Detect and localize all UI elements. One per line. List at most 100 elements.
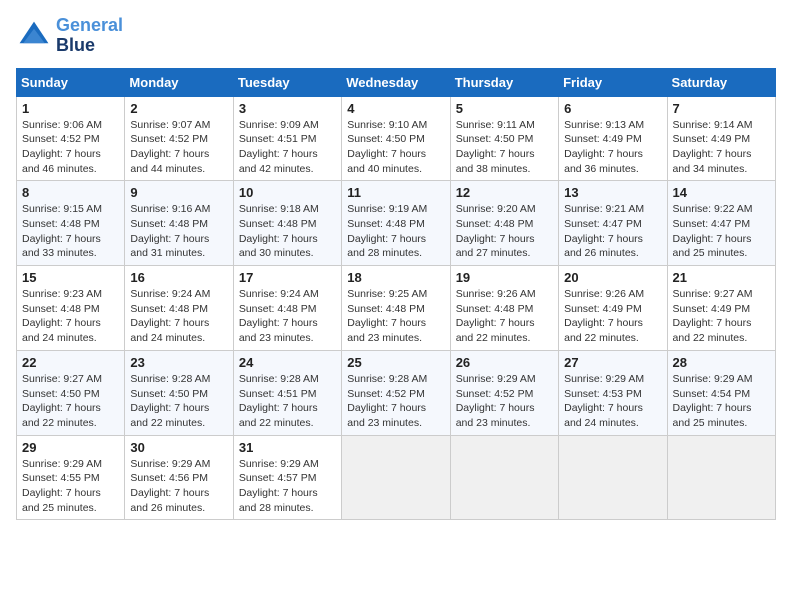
calendar-cell: 16 Sunrise: 9:24 AM Sunset: 4:48 PM Dayl… [125, 266, 233, 351]
header-monday: Monday [125, 68, 233, 96]
day-info: Sunrise: 9:13 AM Sunset: 4:49 PM Dayligh… [564, 118, 661, 177]
calendar-cell: 19 Sunrise: 9:26 AM Sunset: 4:48 PM Dayl… [450, 266, 558, 351]
day-info: Sunrise: 9:29 AM Sunset: 4:54 PM Dayligh… [673, 372, 770, 431]
header-thursday: Thursday [450, 68, 558, 96]
calendar-cell: 8 Sunrise: 9:15 AM Sunset: 4:48 PM Dayli… [17, 181, 125, 266]
logo-text: GeneralBlue [56, 16, 123, 56]
day-number: 28 [673, 355, 770, 370]
calendar-cell: 17 Sunrise: 9:24 AM Sunset: 4:48 PM Dayl… [233, 266, 341, 351]
calendar-cell: 6 Sunrise: 9:13 AM Sunset: 4:49 PM Dayli… [559, 96, 667, 181]
day-number: 31 [239, 440, 336, 455]
calendar-cell: 7 Sunrise: 9:14 AM Sunset: 4:49 PM Dayli… [667, 96, 775, 181]
day-number: 11 [347, 185, 444, 200]
day-number: 16 [130, 270, 227, 285]
day-info: Sunrise: 9:26 AM Sunset: 4:48 PM Dayligh… [456, 287, 553, 346]
calendar-week-1: 1 Sunrise: 9:06 AM Sunset: 4:52 PM Dayli… [17, 96, 776, 181]
day-number: 24 [239, 355, 336, 370]
day-number: 2 [130, 101, 227, 116]
day-info: Sunrise: 9:14 AM Sunset: 4:49 PM Dayligh… [673, 118, 770, 177]
day-number: 3 [239, 101, 336, 116]
day-number: 9 [130, 185, 227, 200]
calendar-cell [667, 435, 775, 520]
day-info: Sunrise: 9:29 AM Sunset: 4:57 PM Dayligh… [239, 457, 336, 516]
day-info: Sunrise: 9:24 AM Sunset: 4:48 PM Dayligh… [130, 287, 227, 346]
day-info: Sunrise: 9:24 AM Sunset: 4:48 PM Dayligh… [239, 287, 336, 346]
calendar-cell [559, 435, 667, 520]
day-info: Sunrise: 9:28 AM Sunset: 4:52 PM Dayligh… [347, 372, 444, 431]
day-number: 8 [22, 185, 119, 200]
day-number: 15 [22, 270, 119, 285]
day-number: 22 [22, 355, 119, 370]
day-info: Sunrise: 9:29 AM Sunset: 4:53 PM Dayligh… [564, 372, 661, 431]
calendar-cell: 20 Sunrise: 9:26 AM Sunset: 4:49 PM Dayl… [559, 266, 667, 351]
day-info: Sunrise: 9:10 AM Sunset: 4:50 PM Dayligh… [347, 118, 444, 177]
day-number: 29 [22, 440, 119, 455]
day-number: 21 [673, 270, 770, 285]
day-info: Sunrise: 9:27 AM Sunset: 4:50 PM Dayligh… [22, 372, 119, 431]
header-friday: Friday [559, 68, 667, 96]
calendar-cell: 5 Sunrise: 9:11 AM Sunset: 4:50 PM Dayli… [450, 96, 558, 181]
calendar-cell: 1 Sunrise: 9:06 AM Sunset: 4:52 PM Dayli… [17, 96, 125, 181]
day-number: 13 [564, 185, 661, 200]
calendar-cell: 31 Sunrise: 9:29 AM Sunset: 4:57 PM Dayl… [233, 435, 341, 520]
day-info: Sunrise: 9:06 AM Sunset: 4:52 PM Dayligh… [22, 118, 119, 177]
calendar-cell: 15 Sunrise: 9:23 AM Sunset: 4:48 PM Dayl… [17, 266, 125, 351]
calendar-week-4: 22 Sunrise: 9:27 AM Sunset: 4:50 PM Dayl… [17, 350, 776, 435]
day-number: 23 [130, 355, 227, 370]
calendar-cell: 28 Sunrise: 9:29 AM Sunset: 4:54 PM Dayl… [667, 350, 775, 435]
calendar-cell [450, 435, 558, 520]
calendar-cell: 25 Sunrise: 9:28 AM Sunset: 4:52 PM Dayl… [342, 350, 450, 435]
day-number: 14 [673, 185, 770, 200]
header-wednesday: Wednesday [342, 68, 450, 96]
header-sunday: Sunday [17, 68, 125, 96]
logo-icon [16, 18, 52, 54]
day-number: 27 [564, 355, 661, 370]
day-info: Sunrise: 9:23 AM Sunset: 4:48 PM Dayligh… [22, 287, 119, 346]
day-info: Sunrise: 9:16 AM Sunset: 4:48 PM Dayligh… [130, 202, 227, 261]
day-info: Sunrise: 9:28 AM Sunset: 4:51 PM Dayligh… [239, 372, 336, 431]
day-info: Sunrise: 9:29 AM Sunset: 4:56 PM Dayligh… [130, 457, 227, 516]
calendar-week-2: 8 Sunrise: 9:15 AM Sunset: 4:48 PM Dayli… [17, 181, 776, 266]
day-info: Sunrise: 9:27 AM Sunset: 4:49 PM Dayligh… [673, 287, 770, 346]
day-number: 30 [130, 440, 227, 455]
day-info: Sunrise: 9:11 AM Sunset: 4:50 PM Dayligh… [456, 118, 553, 177]
calendar-cell: 26 Sunrise: 9:29 AM Sunset: 4:52 PM Dayl… [450, 350, 558, 435]
day-info: Sunrise: 9:20 AM Sunset: 4:48 PM Dayligh… [456, 202, 553, 261]
calendar-cell: 27 Sunrise: 9:29 AM Sunset: 4:53 PM Dayl… [559, 350, 667, 435]
day-info: Sunrise: 9:26 AM Sunset: 4:49 PM Dayligh… [564, 287, 661, 346]
day-number: 6 [564, 101, 661, 116]
day-info: Sunrise: 9:28 AM Sunset: 4:50 PM Dayligh… [130, 372, 227, 431]
calendar-cell: 22 Sunrise: 9:27 AM Sunset: 4:50 PM Dayl… [17, 350, 125, 435]
day-number: 25 [347, 355, 444, 370]
calendar-cell: 12 Sunrise: 9:20 AM Sunset: 4:48 PM Dayl… [450, 181, 558, 266]
calendar-cell: 2 Sunrise: 9:07 AM Sunset: 4:52 PM Dayli… [125, 96, 233, 181]
calendar-cell: 3 Sunrise: 9:09 AM Sunset: 4:51 PM Dayli… [233, 96, 341, 181]
day-number: 4 [347, 101, 444, 116]
calendar-cell: 23 Sunrise: 9:28 AM Sunset: 4:50 PM Dayl… [125, 350, 233, 435]
day-info: Sunrise: 9:19 AM Sunset: 4:48 PM Dayligh… [347, 202, 444, 261]
calendar-cell: 30 Sunrise: 9:29 AM Sunset: 4:56 PM Dayl… [125, 435, 233, 520]
page-header: GeneralBlue [16, 16, 776, 56]
day-number: 26 [456, 355, 553, 370]
day-info: Sunrise: 9:22 AM Sunset: 4:47 PM Dayligh… [673, 202, 770, 261]
day-number: 7 [673, 101, 770, 116]
day-number: 18 [347, 270, 444, 285]
header-tuesday: Tuesday [233, 68, 341, 96]
calendar-cell: 18 Sunrise: 9:25 AM Sunset: 4:48 PM Dayl… [342, 266, 450, 351]
calendar-cell: 9 Sunrise: 9:16 AM Sunset: 4:48 PM Dayli… [125, 181, 233, 266]
day-number: 5 [456, 101, 553, 116]
day-number: 19 [456, 270, 553, 285]
calendar-cell: 21 Sunrise: 9:27 AM Sunset: 4:49 PM Dayl… [667, 266, 775, 351]
day-info: Sunrise: 9:07 AM Sunset: 4:52 PM Dayligh… [130, 118, 227, 177]
day-info: Sunrise: 9:21 AM Sunset: 4:47 PM Dayligh… [564, 202, 661, 261]
calendar-week-5: 29 Sunrise: 9:29 AM Sunset: 4:55 PM Dayl… [17, 435, 776, 520]
day-number: 12 [456, 185, 553, 200]
calendar-cell: 29 Sunrise: 9:29 AM Sunset: 4:55 PM Dayl… [17, 435, 125, 520]
day-info: Sunrise: 9:29 AM Sunset: 4:55 PM Dayligh… [22, 457, 119, 516]
day-info: Sunrise: 9:15 AM Sunset: 4:48 PM Dayligh… [22, 202, 119, 261]
logo: GeneralBlue [16, 16, 123, 56]
day-number: 10 [239, 185, 336, 200]
calendar-header-row: SundayMondayTuesdayWednesdayThursdayFrid… [17, 68, 776, 96]
calendar-table: SundayMondayTuesdayWednesdayThursdayFrid… [16, 68, 776, 521]
calendar-cell: 24 Sunrise: 9:28 AM Sunset: 4:51 PM Dayl… [233, 350, 341, 435]
